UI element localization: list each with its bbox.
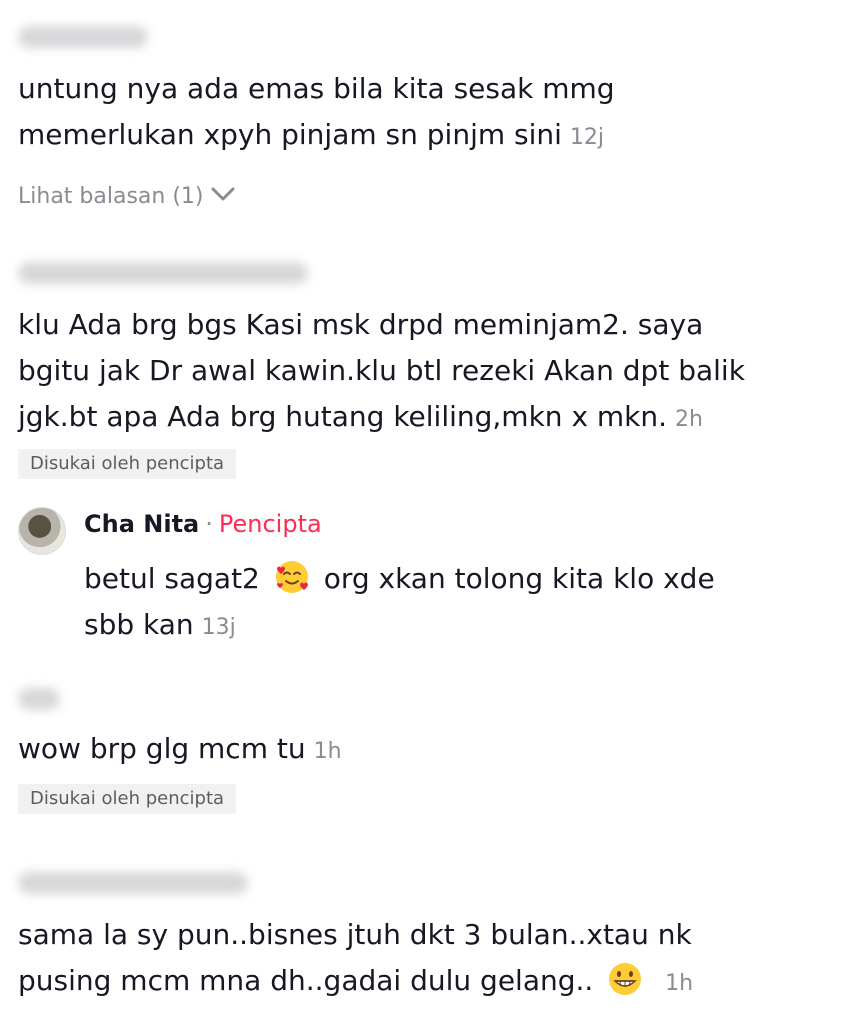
smiling-face-with-hearts-icon: [273, 558, 311, 596]
view-replies-label: Lihat balasan (1): [18, 184, 204, 209]
reply-username[interactable]: Cha Nita: [84, 510, 199, 538]
comment-line: wow brp glg mcm tu 1h: [18, 732, 342, 765]
comment-line: jgk.bt apa Ada brg hutang keliling,mkn x…: [18, 400, 703, 433]
view-replies-button[interactable]: Lihat balasan (1): [18, 184, 236, 209]
username-blurred[interactable]: [18, 262, 308, 284]
comment-timestamp: 2h: [675, 407, 703, 432]
comment-timestamp: 1h: [313, 739, 342, 764]
grinning-face-icon: [606, 960, 644, 998]
creator-label: Pencipta: [218, 510, 322, 538]
chevron-down-icon: [210, 184, 236, 209]
username-blurred[interactable]: [18, 688, 60, 710]
username-blurred[interactable]: [18, 26, 148, 48]
comment-text: wow brp glg mcm tu 1h: [18, 726, 342, 775]
comment-line: sama la sy pun..bisnes jtuh dkt 3 bulan.…: [18, 918, 692, 951]
liked-by-creator-badge: Disukai oleh pencipta: [18, 784, 237, 814]
comment-text: klu Ada brg bgs Kasi msk drpd meminjam2.…: [18, 302, 745, 443]
comment-line: untung nya ada emas bila kita sesak mmg: [18, 72, 615, 105]
comment-line: pusing mcm mna dh..gadai dulu gelang.. 1…: [18, 958, 693, 1007]
comment-text: untung nya ada emas bila kita sesak mmg …: [18, 66, 615, 161]
comment-line: klu Ada brg bgs Kasi msk drpd meminjam2.…: [18, 308, 704, 341]
separator-dot: ·: [205, 510, 213, 538]
reply-timestamp: 13j: [201, 615, 236, 640]
comment-line: memerlukan xpyh pinjam sn pinjm sini 12j: [18, 118, 605, 151]
comment-timestamp: 12j: [569, 125, 605, 150]
avatar[interactable]: [18, 507, 66, 555]
username-blurred[interactable]: [18, 872, 248, 894]
reply-text: betul sagat2 org xkan tolong kita klo xd…: [84, 556, 715, 651]
reply-line: betul sagat2 org xkan tolong kita klo xd…: [84, 556, 715, 602]
reply-line: sbb kan 13j: [84, 608, 236, 641]
liked-by-creator-badge: Disukai oleh pencipta: [18, 449, 237, 479]
comment-line: bgitu jak Dr awal kawin.klu btl rezeki A…: [18, 354, 745, 387]
comment-timestamp: 1h: [665, 971, 694, 996]
comment-text: sama la sy pun..bisnes jtuh dkt 3 bulan.…: [18, 912, 693, 1007]
reply-header: Cha Nita · Pencipta: [84, 510, 322, 538]
